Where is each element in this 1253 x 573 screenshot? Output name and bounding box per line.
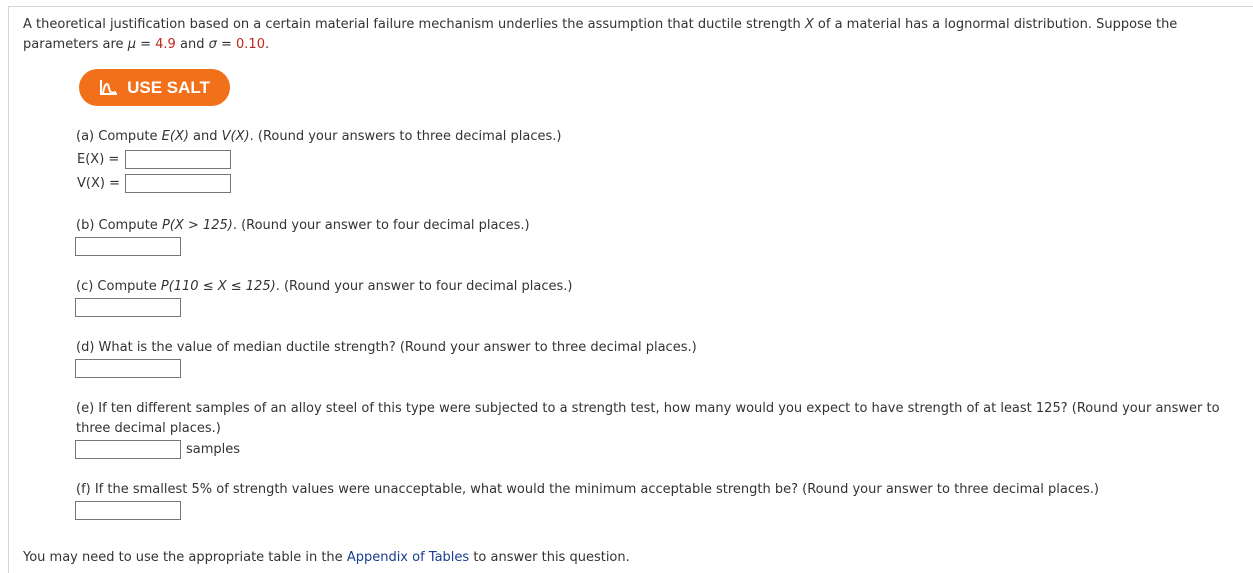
vx-label: V(X) =: [77, 176, 120, 191]
samples-unit-label: samples: [186, 442, 241, 457]
part-e-input[interactable]: [75, 440, 181, 459]
part-a-prefix: (a) Compute: [76, 129, 162, 144]
part-d-question: (d) What is the value of median ductile …: [76, 340, 697, 355]
part-c-expr: P(110 ≤ X ≤ 125): [160, 279, 276, 294]
part-b-suffix: . (Round your answer to four decimal pla…: [232, 218, 530, 233]
footer-suffix: to answer this question.: [469, 550, 630, 565]
variable-x: X: [804, 17, 814, 32]
use-salt-button[interactable]: USE SALT: [79, 69, 230, 106]
part-a-question: (a) Compute E(X) and V(X). (Round your a…: [76, 128, 561, 146]
part-b-prefix: (b) Compute: [76, 218, 162, 233]
mu-value: 4.9: [155, 37, 176, 52]
use-salt-label: USE SALT: [127, 77, 210, 97]
vx-input[interactable]: [125, 174, 231, 193]
intro-text: A theoretical justification based on a c…: [23, 17, 801, 32]
ex-label: E(X) =: [77, 152, 120, 167]
part-c-question: (c) Compute P(110 ≤ X ≤ 125). (Round you…: [76, 278, 573, 296]
intro-period: .: [264, 37, 270, 52]
footer-note: You may need to use the appropriate tabl…: [23, 549, 630, 567]
part-b-expr: P(X > 125): [161, 218, 233, 233]
part-f-question: (f) If the smallest 5% of strength value…: [76, 482, 1099, 497]
part-a-and: and: [188, 129, 222, 144]
mu-equals: =: [135, 37, 156, 52]
salt-chart-icon: [100, 79, 118, 95]
part-b-question: (b) Compute P(X > 125). (Round your answ…: [76, 217, 530, 235]
footer-prefix: You may need to use the appropriate tabl…: [23, 550, 347, 565]
part-b-input[interactable]: [75, 237, 181, 256]
mu-symbol: μ: [127, 37, 136, 52]
and-text: and: [179, 37, 205, 52]
problem-intro: A theoretical justification based on a c…: [23, 15, 1223, 55]
part-c-input[interactable]: [75, 298, 181, 317]
appendix-of-tables-link[interactable]: Appendix of Tables: [347, 550, 469, 565]
part-c-prefix: (c) Compute: [76, 279, 161, 294]
ex-input[interactable]: [125, 150, 231, 169]
sigma-equals: =: [216, 37, 237, 52]
sigma-symbol: σ: [208, 37, 217, 52]
part-a-suffix: . (Round your answers to three decimal p…: [249, 129, 562, 144]
part-f-input[interactable]: [75, 501, 181, 520]
sigma-value: 0.10: [236, 37, 265, 52]
part-e-question: (e) If ten different samples of an alloy…: [76, 401, 1220, 436]
part-c-suffix: . (Round your answer to four decimal pla…: [275, 279, 573, 294]
part-a-ex: E(X): [161, 129, 189, 144]
part-d-input[interactable]: [75, 359, 181, 378]
part-a-vx: V(X): [221, 129, 250, 144]
